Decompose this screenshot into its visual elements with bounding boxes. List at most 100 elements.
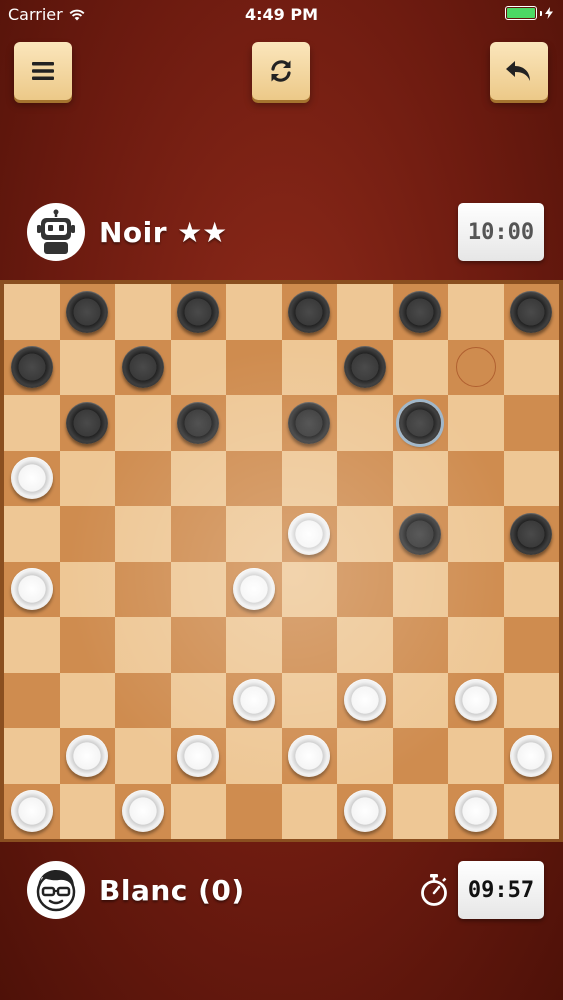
refresh-icon <box>271 60 291 82</box>
undo-button[interactable] <box>490 42 548 100</box>
board-square <box>226 284 282 340</box>
board-square[interactable] <box>503 395 559 451</box>
board-square[interactable] <box>337 672 393 728</box>
board-square[interactable] <box>59 284 115 340</box>
board-square[interactable] <box>226 561 282 617</box>
board-square[interactable] <box>226 783 282 839</box>
black-piece[interactable] <box>177 290 220 333</box>
opponent-clock: 10:00 <box>458 203 544 261</box>
board-square <box>448 728 504 784</box>
board-square[interactable] <box>337 450 393 506</box>
white-piece[interactable] <box>10 457 53 500</box>
board-square[interactable] <box>170 506 226 562</box>
board-square[interactable] <box>226 672 282 728</box>
white-piece[interactable] <box>10 568 53 611</box>
board-square[interactable] <box>448 339 504 395</box>
board-square <box>448 617 504 673</box>
board-square[interactable] <box>4 672 60 728</box>
board-square[interactable] <box>337 783 393 839</box>
white-piece[interactable] <box>121 790 164 833</box>
black-piece[interactable] <box>510 290 553 333</box>
board-square[interactable] <box>4 339 60 395</box>
board-square[interactable] <box>503 728 559 784</box>
board-square[interactable] <box>337 561 393 617</box>
board-square[interactable] <box>448 561 504 617</box>
board-square[interactable] <box>503 284 559 340</box>
opponent-avatar <box>27 203 85 261</box>
board-square <box>503 672 559 728</box>
white-piece[interactable] <box>343 679 386 722</box>
board-square[interactable] <box>59 728 115 784</box>
board-square[interactable] <box>170 728 226 784</box>
restart-button[interactable] <box>252 42 310 100</box>
board-square[interactable] <box>281 506 337 562</box>
black-piece[interactable] <box>121 346 164 389</box>
opponent-name: Noir <box>99 215 168 249</box>
black-piece[interactable] <box>177 401 220 444</box>
board-square <box>503 561 559 617</box>
black-piece[interactable] <box>66 401 109 444</box>
board-square[interactable] <box>115 672 171 728</box>
board-square[interactable] <box>448 672 504 728</box>
board-square[interactable] <box>170 617 226 673</box>
board-square[interactable] <box>392 284 448 340</box>
board-square <box>115 728 171 784</box>
board-square[interactable] <box>281 284 337 340</box>
white-piece[interactable] <box>454 790 497 833</box>
board-square[interactable] <box>170 395 226 451</box>
board-square[interactable] <box>115 783 171 839</box>
black-piece[interactable] <box>288 401 331 444</box>
board-square[interactable] <box>4 561 60 617</box>
board-square[interactable] <box>115 450 171 506</box>
board-square[interactable] <box>281 617 337 673</box>
white-piece[interactable] <box>66 734 109 777</box>
white-piece[interactable] <box>510 734 553 777</box>
black-piece[interactable] <box>510 512 553 555</box>
board-square[interactable] <box>392 506 448 562</box>
board-square[interactable] <box>503 506 559 562</box>
move-target-marker[interactable] <box>455 347 496 388</box>
board-square[interactable] <box>170 284 226 340</box>
board-square[interactable] <box>503 617 559 673</box>
board-square[interactable] <box>448 783 504 839</box>
board-square[interactable] <box>392 728 448 784</box>
board-square[interactable] <box>226 450 282 506</box>
board-square[interactable] <box>448 450 504 506</box>
white-piece[interactable] <box>343 790 386 833</box>
black-piece-selected[interactable] <box>399 401 442 444</box>
black-piece[interactable] <box>399 290 442 333</box>
board-square <box>59 783 115 839</box>
board-square[interactable] <box>4 450 60 506</box>
board-square[interactable] <box>226 339 282 395</box>
white-piece[interactable] <box>232 679 275 722</box>
white-piece[interactable] <box>454 679 497 722</box>
board-square[interactable] <box>337 339 393 395</box>
board-square <box>4 284 60 340</box>
black-piece[interactable] <box>399 512 442 555</box>
board-square[interactable] <box>115 339 171 395</box>
black-piece[interactable] <box>10 346 53 389</box>
board-square <box>59 561 115 617</box>
board-square[interactable] <box>392 395 448 451</box>
menu-button[interactable] <box>14 42 72 100</box>
battery-icon <box>505 6 537 20</box>
board-square[interactable] <box>59 506 115 562</box>
board-square[interactable] <box>59 395 115 451</box>
board-square <box>4 617 60 673</box>
white-piece[interactable] <box>177 734 220 777</box>
white-piece[interactable] <box>288 512 331 555</box>
board-square <box>59 672 115 728</box>
board-square[interactable] <box>4 783 60 839</box>
board-square[interactable] <box>115 561 171 617</box>
black-piece[interactable] <box>343 346 386 389</box>
board-square[interactable] <box>392 617 448 673</box>
black-piece[interactable] <box>66 290 109 333</box>
board-square <box>281 561 337 617</box>
board-square[interactable] <box>281 728 337 784</box>
white-piece[interactable] <box>288 734 331 777</box>
black-piece[interactable] <box>288 290 331 333</box>
white-piece[interactable] <box>10 790 53 833</box>
white-piece[interactable] <box>232 568 275 611</box>
board-square[interactable] <box>281 395 337 451</box>
board-square[interactable] <box>59 617 115 673</box>
